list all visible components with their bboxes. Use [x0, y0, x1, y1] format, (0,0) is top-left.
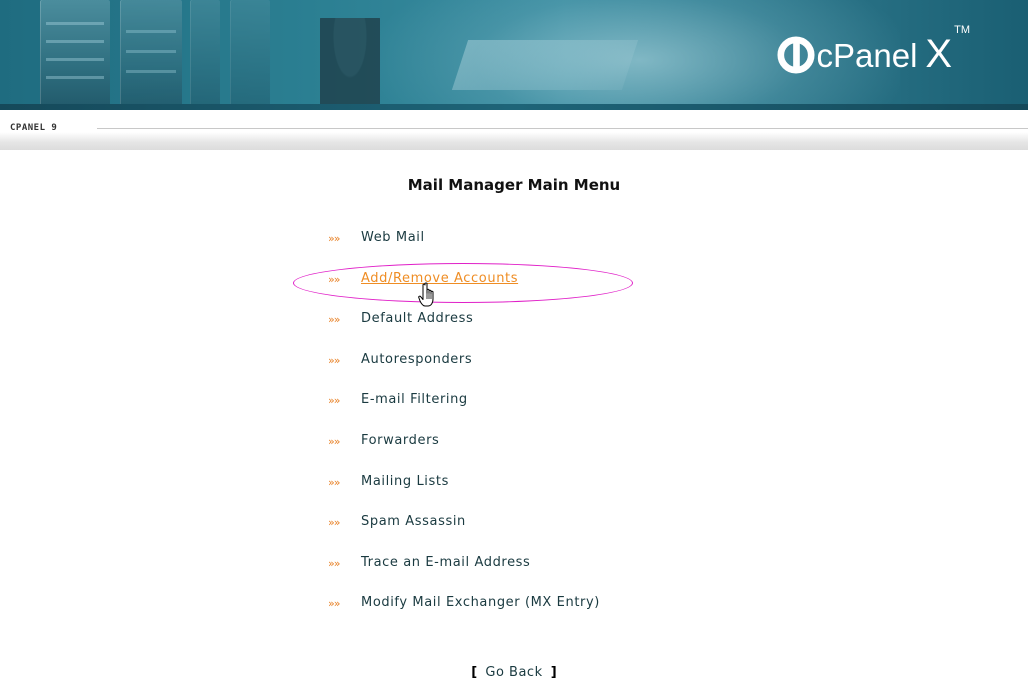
modify-mx-link[interactable]: Modify Mail Exchanger (MX Entry): [361, 595, 600, 610]
mailing-lists-link[interactable]: Mailing Lists: [361, 474, 449, 489]
menu-item-web-mail: »» Web Mail: [328, 230, 600, 271]
logo-trademark: TM: [954, 24, 970, 36]
bullet-arrows-icon: »»: [328, 394, 340, 408]
trace-email-link[interactable]: Trace an E-mail Address: [361, 555, 530, 570]
logo-text: cPanel: [816, 37, 918, 74]
menu-item-default-address: »» Default Address: [328, 311, 600, 352]
logo-x-mark: X: [925, 32, 953, 76]
bullet-arrows-icon: »»: [328, 313, 340, 327]
bullet-arrows-icon: »»: [328, 556, 340, 570]
bullet-arrows-icon: »»: [328, 516, 340, 530]
open-bracket: [: [471, 665, 478, 680]
email-filtering-link[interactable]: E-mail Filtering: [361, 392, 468, 407]
menu-item-modify-mx: »» Modify Mail Exchanger (MX Entry): [328, 595, 600, 636]
bullet-arrows-icon: »»: [328, 272, 340, 286]
menu-item-email-filtering: »» E-mail Filtering: [328, 392, 600, 433]
header-banner: cPanel X TM: [0, 0, 1028, 110]
forwarders-link[interactable]: Forwarders: [361, 433, 439, 448]
version-bar: CPANEL 9: [0, 110, 1028, 150]
spam-assassin-link[interactable]: Spam Assassin: [361, 514, 466, 529]
bullet-arrows-icon: »»: [328, 475, 340, 489]
bullet-arrows-icon: »»: [328, 597, 340, 611]
page-title: Mail Manager Main Menu: [407, 176, 621, 194]
banner-laptop-graphic: [451, 40, 639, 90]
web-mail-link[interactable]: Web Mail: [361, 230, 425, 245]
menu-item-spam-assassin: »» Spam Assassin: [328, 514, 600, 555]
autoresponders-link[interactable]: Autoresponders: [361, 352, 472, 367]
page: cPanel X TM CPANEL 9 Mail Manager Main M…: [0, 0, 1028, 683]
version-label: CPANEL 9: [10, 123, 58, 133]
menu-item-trace-email: »» Trace an E-mail Address: [328, 555, 600, 596]
close-bracket: ]: [550, 665, 557, 680]
go-back-link[interactable]: Go Back: [485, 665, 542, 680]
bullet-arrows-icon: »»: [328, 232, 340, 245]
menu-item-mailing-lists: »» Mailing Lists: [328, 474, 600, 515]
bullet-arrows-icon: »»: [328, 434, 340, 448]
cpanel-logo[interactable]: cPanel X TM: [776, 20, 970, 80]
go-back-container: [ Go Back ]: [0, 665, 1028, 680]
hand-pointer-icon: [418, 282, 434, 307]
banner-server-graphic: [190, 0, 220, 110]
banner-server-graphic: [40, 0, 110, 110]
mail-menu-list: »» Web Mail »» Add/Remove Accounts »» De…: [328, 230, 600, 636]
menu-item-autoresponders: »» Autoresponders: [328, 352, 600, 393]
cpanel-mark-icon: [776, 36, 815, 74]
bullet-arrows-icon: »»: [328, 353, 340, 367]
banner-server-graphic: [230, 0, 270, 110]
default-address-link[interactable]: Default Address: [361, 311, 473, 326]
banner-person-graphic: [320, 18, 380, 110]
menu-item-forwarders: »» Forwarders: [328, 433, 600, 474]
banner-server-graphic: [120, 0, 182, 110]
menu-item-add-remove-accounts: »» Add/Remove Accounts: [328, 271, 600, 312]
version-divider: [97, 128, 1028, 129]
